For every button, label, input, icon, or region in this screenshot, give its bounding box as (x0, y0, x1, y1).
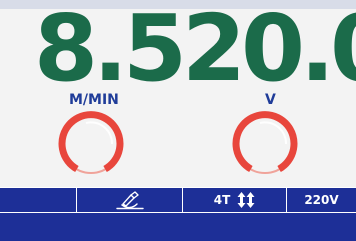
bottom-area (0, 213, 356, 241)
wire-speed-unit: M/MIN (69, 92, 119, 108)
welder-control-screen: 8.5 20.0 M/MIN V (0, 0, 356, 241)
voltage-knob-icon (232, 111, 298, 174)
welding-torch-icon (115, 191, 144, 210)
up-down-arrows-icon (237, 192, 255, 208)
status-bar: 4T 220V (0, 187, 356, 213)
status-cell-input-voltage: 220V (286, 188, 356, 212)
wire-speed-knob[interactable] (56, 109, 126, 179)
voltage-knob[interactable] (230, 109, 300, 179)
status-cell-mode[interactable]: 4T (182, 188, 286, 212)
trigger-mode-label: 4T (213, 193, 231, 207)
voltage-unit: V (265, 92, 276, 108)
wire-speed-value: 8.5 (34, 0, 187, 102)
wire-speed-knob-icon (58, 111, 124, 174)
status-cell-torch[interactable] (76, 188, 182, 212)
status-cell-empty (0, 188, 76, 212)
main-display-panel: 8.5 20.0 M/MIN V (0, 0, 356, 187)
input-voltage-label: 220V (304, 193, 339, 207)
voltage-value: 20.0 (182, 0, 356, 102)
